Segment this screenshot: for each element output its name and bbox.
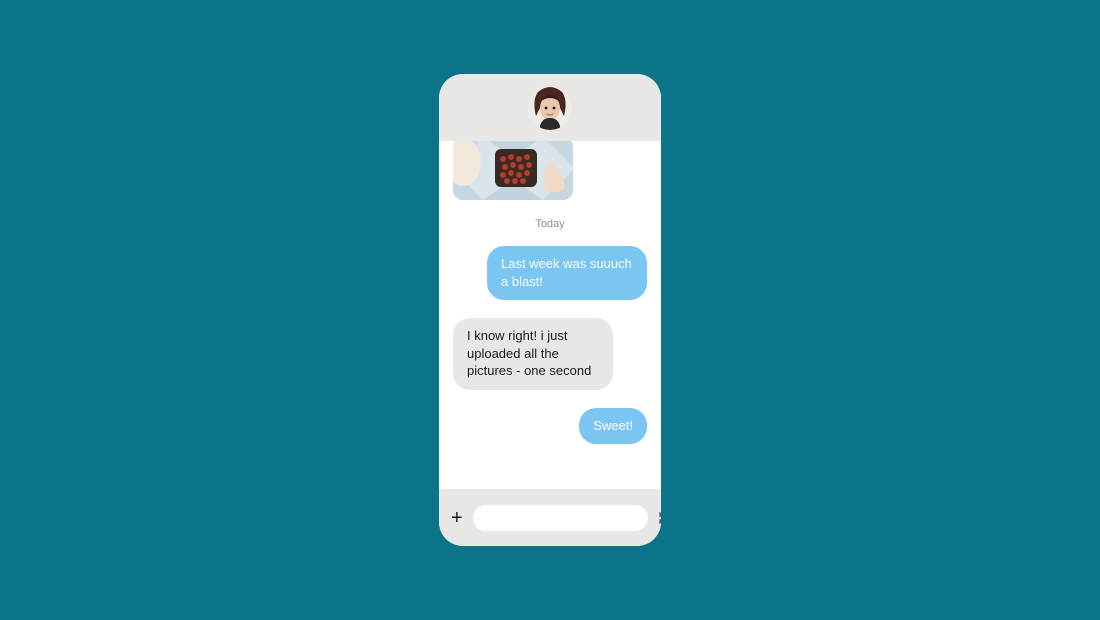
message-input[interactable] [473, 505, 648, 531]
composer-bar: + [439, 489, 661, 546]
message-bubble-sent: Sweet! [579, 408, 647, 445]
message-bubble-received: I know right! i just uploaded all the pi… [453, 318, 613, 390]
send-icon [658, 510, 661, 526]
message-list: Today Last week was suuuch a blast! I kn… [439, 141, 661, 489]
chat-header [439, 74, 661, 141]
chat-window: Today Last week was suuuch a blast! I kn… [439, 74, 661, 546]
add-attachment-button[interactable]: + [451, 509, 463, 527]
date-separator: Today [453, 218, 647, 230]
image-message[interactable] [453, 141, 573, 200]
send-button[interactable] [658, 509, 661, 527]
message-bubble-sent: Last week was suuuch a blast! [487, 246, 647, 300]
avatar[interactable] [528, 86, 572, 130]
